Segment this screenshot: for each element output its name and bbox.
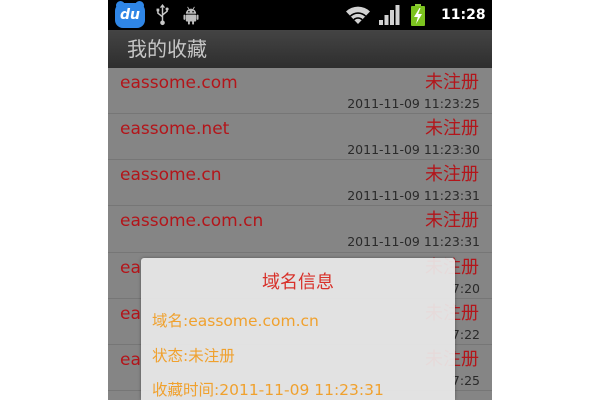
favorite-saved-time: 2011-11-09 11:23:31 <box>347 188 480 204</box>
dialog-field-value: 未注册 <box>188 347 235 365</box>
dialog-field-status: 状态:未注册 <box>152 346 235 366</box>
dialog-title: 域名信息 <box>262 272 334 293</box>
android-debug-icon <box>183 6 199 29</box>
favorite-saved-time: 7:25 <box>451 372 480 388</box>
favorite-domain: eassome.com.cn <box>120 211 264 232</box>
android-debug-icon-graphic <box>183 6 199 25</box>
signal-strength-icon <box>379 5 400 29</box>
status-bar-clock: 11:28 <box>441 7 486 23</box>
dialog-field-value: 2011-11-09 11:23:31 <box>219 381 384 399</box>
favorite-saved-time: 2011-11-09 11:23:25 <box>347 96 480 111</box>
favorite-status: 未注册 <box>425 118 479 140</box>
battery-charging-icon <box>411 4 425 30</box>
favorite-saved-time: 7:22 <box>451 326 480 342</box>
page-title: 我的收藏 <box>127 37 207 61</box>
dialog-field-saved-time: 收藏时间:2011-11-09 11:23:31 <box>152 380 384 400</box>
favorite-list-item[interactable]: eassome.com.cn 未注册 2011-11-09 11:23:31 <box>108 206 492 253</box>
dialog-field-value: eassome.com.cn <box>188 312 319 330</box>
favorite-domain: ea <box>120 349 141 370</box>
du-app-icon: du <box>115 1 145 28</box>
dialog-field-label: 状态: <box>152 347 189 365</box>
favorite-domain: eassome.cn <box>120 165 222 186</box>
app-icon-label: du <box>120 7 140 23</box>
favorite-domain: eassome.net <box>120 119 230 140</box>
favorite-status: 未注册 <box>425 72 479 93</box>
favorite-domain: ea <box>120 257 141 278</box>
dialog-field-label: 域名: <box>152 312 189 330</box>
phone-screen: du 11:28 我的收藏 eassome.com 未注册 2011-11-09… <box>108 0 492 400</box>
signal-strength-icon-graphic <box>379 5 400 25</box>
favorite-list-item[interactable]: eassome.net 未注册 2011-11-09 11:23:30 <box>108 114 492 161</box>
favorite-domain: eassome.com <box>120 73 238 93</box>
dialog-field-label: 收藏时间: <box>152 381 220 399</box>
status-bar: du 11:28 <box>108 0 492 30</box>
battery-charging-icon-graphic <box>411 4 425 26</box>
domain-info-dialog[interactable]: 域名信息 域名:eassome.com.cn 状态:未注册 收藏时间:2011-… <box>141 258 455 400</box>
favorite-saved-time: 7:20 <box>451 280 480 296</box>
favorite-list-item[interactable]: eassome.com 未注册 2011-11-09 11:23:25 <box>108 68 492 115</box>
favorite-saved-time: 2011-11-09 11:23:30 <box>347 142 480 158</box>
favorite-saved-time: 2011-11-09 11:23:31 <box>347 234 480 250</box>
wifi-icon-graphic <box>346 6 370 24</box>
favorite-domain: ea <box>120 303 141 324</box>
usb-icon <box>156 4 169 30</box>
favorite-list-item[interactable]: eassome.cn 未注册 2011-11-09 11:23:31 <box>108 160 492 207</box>
wifi-icon <box>345 5 371 29</box>
title-bar: 我的收藏 <box>108 30 492 68</box>
favorite-status: 未注册 <box>425 164 479 186</box>
usb-icon-graphic <box>156 4 169 26</box>
dialog-field-domain: 域名:eassome.com.cn <box>152 311 319 331</box>
favorite-status: 未注册 <box>425 210 479 232</box>
